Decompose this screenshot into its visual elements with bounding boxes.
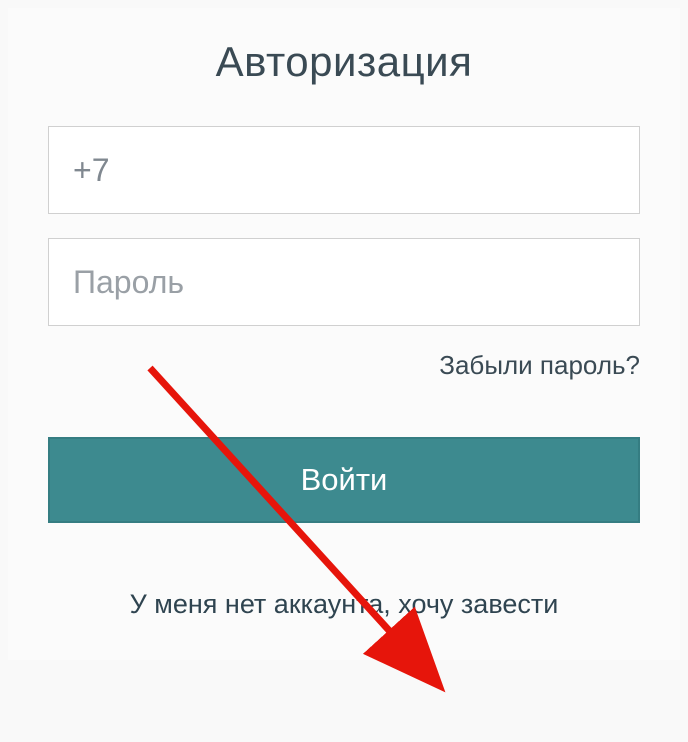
signup-row: У меня нет аккаунта, хочу завести bbox=[48, 589, 640, 620]
password-input[interactable] bbox=[48, 238, 640, 326]
phone-input[interactable] bbox=[48, 126, 640, 214]
page-title: Авторизация bbox=[48, 38, 640, 86]
forgot-password-link[interactable]: Забыли пароль? bbox=[439, 350, 640, 380]
login-button[interactable]: Войти bbox=[48, 437, 640, 523]
arrow-icon bbox=[142, 360, 482, 700]
signup-link[interactable]: У меня нет аккаунта, хочу завести bbox=[130, 589, 559, 619]
login-card: Авторизация Забыли пароль? Войти У меня … bbox=[8, 8, 680, 660]
forgot-password-row: Забыли пароль? bbox=[48, 350, 640, 381]
